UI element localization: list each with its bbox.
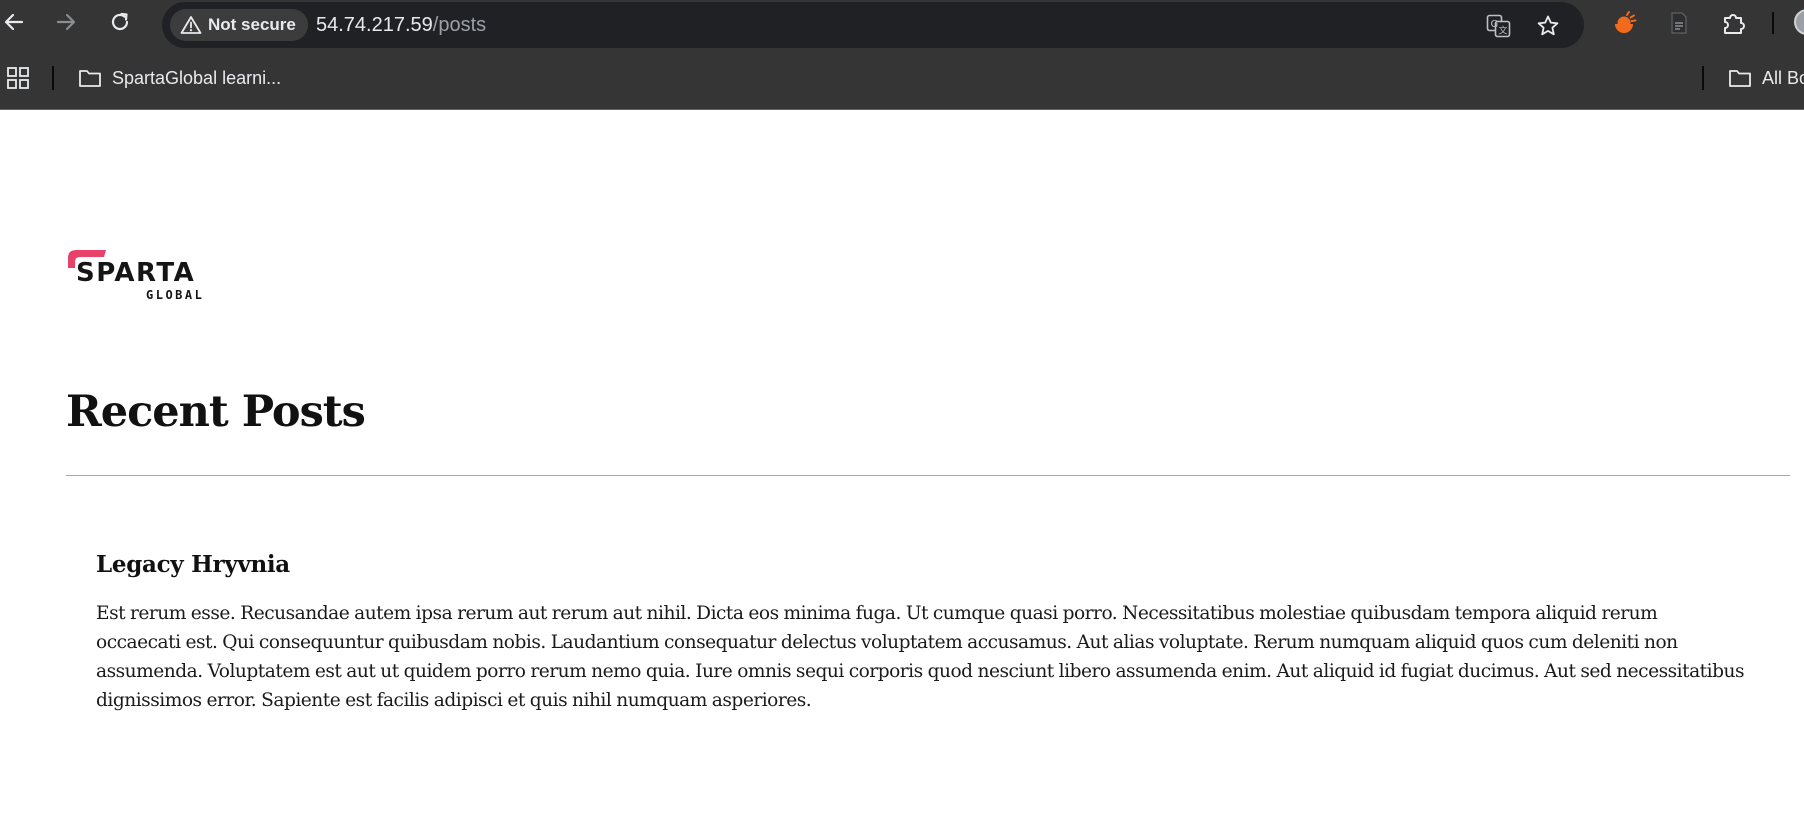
forward-arrow-icon xyxy=(56,13,76,31)
folder-icon xyxy=(79,70,101,87)
svg-text:文: 文 xyxy=(1499,25,1508,37)
sparta-global-logo[interactable]: SPARTA GLOBAL xyxy=(66,244,220,304)
back-arrow-icon xyxy=(4,13,24,31)
translate-button[interactable]: G 文 xyxy=(1486,13,1512,39)
post-body: Est rerum esse. Recusandae autem ipsa re… xyxy=(96,603,1745,711)
page-title: Recent Posts xyxy=(66,387,366,437)
extensions-button[interactable] xyxy=(1720,9,1748,37)
post-item: Legacy Hryvnia Est rerum esse. Recusanda… xyxy=(96,551,1746,715)
web-page: SPARTA GLOBAL Recent Posts Legacy Hryvni… xyxy=(0,111,1804,823)
bookmark-folder-all-bookmarks[interactable]: All Bo xyxy=(1728,62,1804,94)
bookmark-label: SpartaGlobal learni... xyxy=(112,67,282,88)
security-indicator[interactable]: Not secure xyxy=(170,9,308,41)
security-label: Not secure xyxy=(208,15,296,34)
bookmark-label: All Bo xyxy=(1762,67,1804,88)
apps-button[interactable] xyxy=(6,66,34,94)
address-bar[interactable]: Not secure 54.74.217.59/posts G 文 xyxy=(162,2,1584,48)
apps-grid-icon xyxy=(7,67,29,89)
profile-avatar-icon[interactable] xyxy=(1794,9,1804,35)
bookmark-folder-spartaglobal[interactable]: SpartaGlobal learni... xyxy=(78,62,281,94)
bookmarks-bar: SpartaGlobal learni... All Bo xyxy=(0,50,1804,110)
toolbar-separator xyxy=(1772,12,1774,34)
document-extension-button[interactable] xyxy=(1665,9,1693,37)
orange-extension-button[interactable] xyxy=(1610,9,1638,37)
translate-icon: G 文 xyxy=(1486,14,1511,38)
url-host: 54.74.217.59 xyxy=(316,14,433,36)
warning-icon xyxy=(180,16,202,34)
url-text[interactable]: 54.74.217.59/posts xyxy=(316,14,486,37)
url-path: /posts xyxy=(432,14,487,36)
orange-extension-icon xyxy=(1615,11,1637,33)
bookmark-star-button[interactable] xyxy=(1535,13,1561,39)
svg-text:G: G xyxy=(1491,19,1499,30)
browser-toolbar: Not secure 54.74.217.59/posts G 文 xyxy=(0,0,1804,48)
logo-wordmark: SPARTA xyxy=(76,258,195,288)
back-button[interactable] xyxy=(0,8,28,36)
forward-button[interactable] xyxy=(52,8,80,36)
star-icon xyxy=(1537,15,1559,36)
bookmarks-separator xyxy=(1702,66,1704,90)
post-title[interactable]: Legacy Hryvnia xyxy=(96,551,1746,578)
logo-subtext: GLOBAL xyxy=(146,288,204,302)
puzzle-icon xyxy=(1724,14,1745,34)
folder-icon xyxy=(1729,70,1751,87)
bookmarks-separator xyxy=(52,66,54,90)
document-extension-icon xyxy=(1671,12,1687,34)
reload-icon xyxy=(111,12,129,31)
title-divider xyxy=(66,475,1790,476)
reload-button[interactable] xyxy=(106,8,134,36)
